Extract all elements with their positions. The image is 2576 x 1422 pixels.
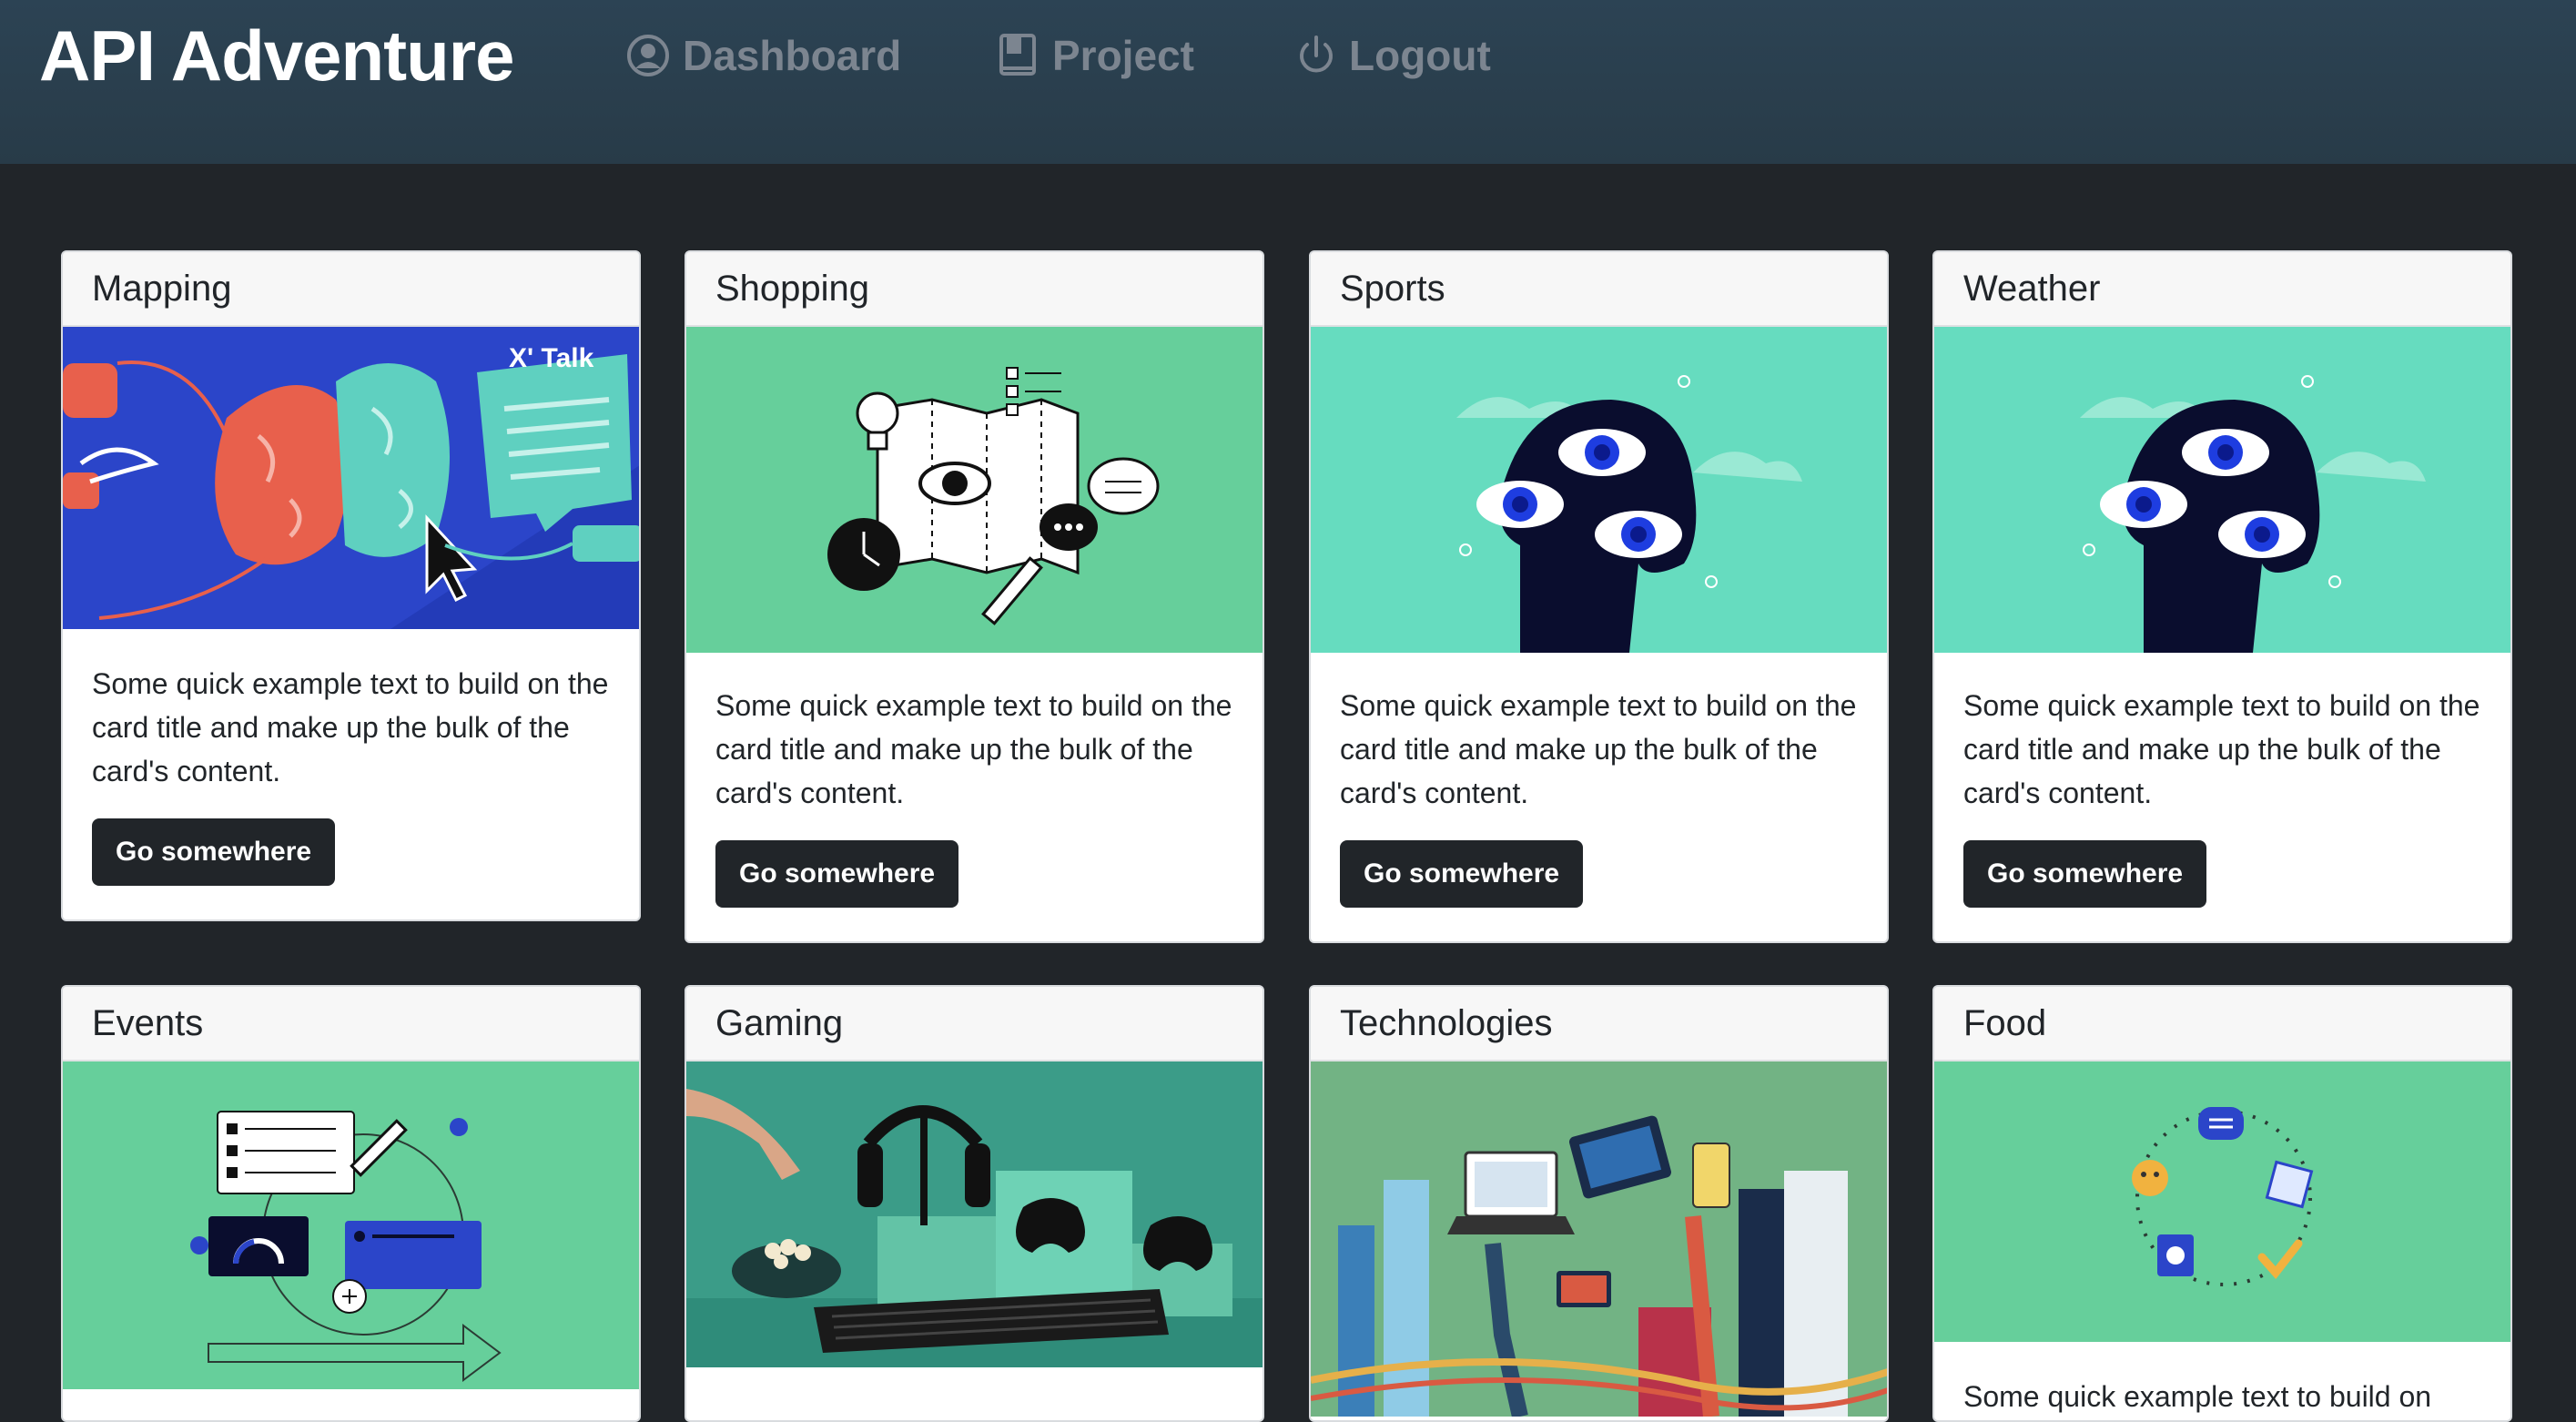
card-events: Events	[61, 985, 641, 1422]
power-icon	[1300, 36, 1333, 73]
map-eye-illustration-icon	[686, 327, 1263, 653]
head-eyes-illustration-icon	[1934, 327, 2510, 653]
card-body: Some quick example text to build on the …	[63, 629, 639, 915]
nav-project[interactable]: Project	[996, 25, 1194, 86]
card-weather: Weather Some quick example text to build…	[1932, 250, 2512, 943]
card-food: Food Some quick example text to build on	[1932, 985, 2512, 1422]
card-title: Food	[1934, 987, 2510, 1061]
card-text: Some quick example text to build on the …	[1340, 689, 1857, 809]
nav-project-label: Project	[1052, 32, 1194, 79]
sports-image	[1311, 327, 1887, 653]
events-image	[63, 1061, 639, 1389]
food-image	[1934, 1061, 2510, 1342]
user-circle-icon	[627, 35, 669, 76]
social-icons-illustration-icon	[1934, 1061, 2510, 1342]
go-somewhere-button[interactable]: Go somewhere	[1963, 840, 2207, 908]
card-body: Some quick example text to build on the …	[686, 653, 1263, 937]
nav-dashboard[interactable]: Dashboard	[626, 25, 901, 86]
card-title: Events	[63, 987, 639, 1061]
card-body: Some quick example text to build on the …	[1934, 653, 2510, 937]
go-somewhere-button[interactable]: Go somewhere	[1340, 840, 1584, 908]
city-devices-illustration-icon	[1311, 1061, 1887, 1417]
card-title: Mapping	[63, 252, 639, 327]
card-body: Some quick example text to build on	[1934, 1342, 2510, 1420]
shopping-image	[686, 327, 1263, 653]
nav-logout-label: Logout	[1349, 32, 1491, 79]
card-sports: Sports Some quick example text to build …	[1309, 250, 1889, 943]
mapping-image-caption: X' Talk	[509, 343, 594, 373]
card-shopping: Shopping Some quick example text to buil…	[685, 250, 1264, 943]
card-title: Shopping	[686, 252, 1263, 327]
weather-image	[1934, 327, 2510, 653]
card-text: Some quick example text to build on the …	[1963, 689, 2480, 809]
technologies-image	[1311, 1061, 1887, 1417]
head-eyes-illustration-icon	[1311, 327, 1887, 653]
card-grid: Mapping X' Talk Some quick example text …	[0, 164, 2576, 1422]
gaming-image	[686, 1061, 1263, 1367]
go-somewhere-button[interactable]: Go somewhere	[715, 840, 959, 908]
nav-dashboard-label: Dashboard	[683, 32, 902, 79]
card-mapping: Mapping X' Talk Some quick example text …	[61, 250, 641, 921]
nav-logout[interactable]: Logout	[1296, 25, 1491, 86]
navbar: API Adventure Dashboard Project Logout	[0, 0, 2576, 164]
card-title: Sports	[1311, 252, 1887, 327]
card-title: Technologies	[1311, 987, 1887, 1061]
brand-title[interactable]: API Adventure	[39, 15, 515, 96]
checklist-illustration-icon	[63, 1061, 639, 1389]
card-body: Some quick example text to build on the …	[1311, 653, 1887, 937]
card-text: Some quick example text to build on the …	[92, 667, 609, 787]
book-icon	[999, 34, 1036, 76]
go-somewhere-button[interactable]: Go somewhere	[92, 818, 336, 886]
card-text: Some quick example text to build on	[1963, 1380, 2432, 1413]
card-text: Some quick example text to build on the …	[715, 689, 1232, 809]
mapping-image: X' Talk	[63, 327, 639, 629]
gaming-setup-illustration-icon	[686, 1061, 1263, 1367]
card-title: Gaming	[686, 987, 1263, 1061]
card-technologies: Technologies	[1309, 985, 1889, 1422]
card-gaming: Gaming	[685, 985, 1264, 1422]
card-title: Weather	[1934, 252, 2510, 327]
